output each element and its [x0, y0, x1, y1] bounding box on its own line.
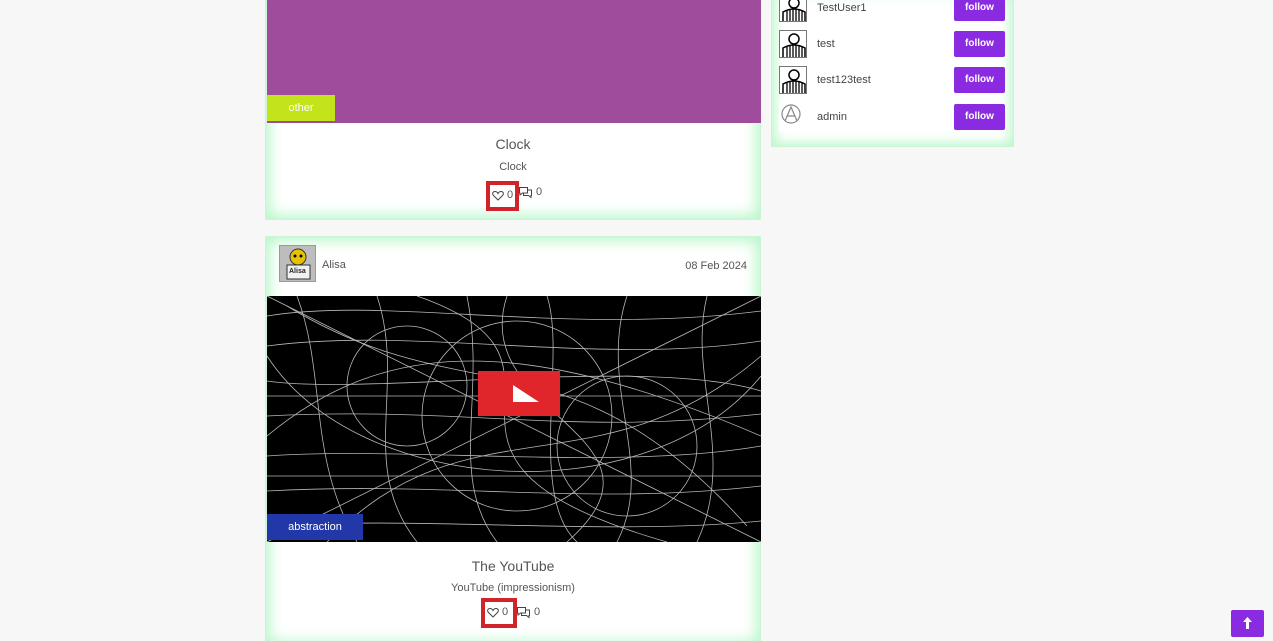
post-subtitle: Clock: [499, 161, 527, 173]
heart-icon: [492, 190, 504, 204]
post-stats: 0 0: [266, 598, 760, 628]
post-card: Alisa Alisa 08 Feb 2024 abstraction The …: [265, 236, 761, 641]
comment-count: 0: [536, 186, 543, 198]
category-tag[interactable]: abstraction: [267, 514, 363, 540]
post-image[interactable]: other: [267, 0, 761, 123]
comment-icon: [516, 606, 531, 622]
post-header: Alisa Alisa 08 Feb 2024: [279, 245, 747, 283]
follow-button[interactable]: follow: [954, 31, 1005, 57]
scribble-art: [267, 296, 761, 542]
user-name[interactable]: TestUser1: [817, 2, 867, 14]
follow-button[interactable]: follow: [954, 104, 1005, 130]
follow-button[interactable]: follow: [954, 67, 1005, 93]
like-count: 0: [507, 189, 514, 201]
user-avatar[interactable]: [779, 103, 807, 131]
user-item: TestUser1 follow: [779, 0, 1005, 22]
user-avatar[interactable]: [779, 66, 807, 94]
user-avatar[interactable]: [779, 0, 807, 22]
author-name[interactable]: Alisa: [322, 259, 346, 271]
user-item: test follow: [779, 30, 1005, 58]
post-date: 08 Feb 2024: [685, 260, 747, 272]
post-title[interactable]: The YouTube: [266, 558, 760, 574]
post-card: other Clock Clock 0 0: [265, 0, 761, 220]
user-item: admin follow: [779, 103, 1005, 131]
like-button[interactable]: 0: [481, 598, 517, 628]
comment-icon: [518, 186, 533, 202]
post-title[interactable]: Clock: [266, 136, 760, 152]
like-button[interactable]: 0: [486, 181, 519, 211]
user-name[interactable]: admin: [817, 111, 847, 123]
user-name[interactable]: test: [817, 38, 835, 50]
heart-icon: [487, 607, 499, 621]
post-subtitle: YouTube (impressionism): [451, 582, 575, 594]
follow-suggestions: TestUser1 follow test follow test123test…: [771, 0, 1014, 147]
arrow-up-icon: [1243, 617, 1252, 632]
comment-count: 0: [534, 606, 541, 618]
avatar-text: Alisa: [289, 268, 306, 275]
author-avatar[interactable]: Alisa: [279, 245, 316, 282]
category-tag[interactable]: other: [267, 95, 335, 121]
follow-button[interactable]: follow: [954, 0, 1005, 21]
back-to-top-button[interactable]: [1231, 610, 1264, 637]
like-count: 0: [502, 606, 509, 618]
post-image[interactable]: abstraction: [267, 296, 761, 542]
user-name[interactable]: test123test: [817, 74, 871, 86]
user-item: test123test follow: [779, 66, 1005, 94]
user-avatar[interactable]: [779, 30, 807, 58]
post-stats: 0 0: [266, 181, 760, 211]
